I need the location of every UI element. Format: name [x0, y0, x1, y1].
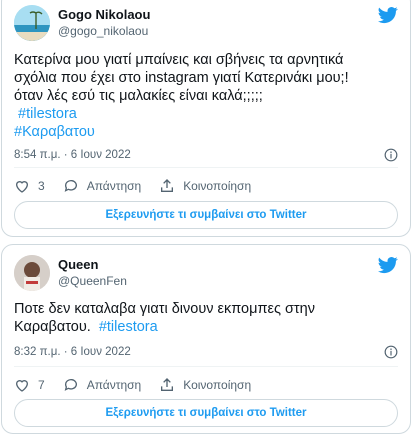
like-count: 3: [38, 179, 45, 193]
share-button[interactable]: Κοινοποίηση: [159, 377, 251, 393]
twitter-bird-icon[interactable]: [378, 5, 398, 25]
reply-label: Απάντηση: [86, 179, 142, 193]
reply-bubble-icon: [64, 180, 77, 192]
avatar[interactable]: [14, 5, 50, 41]
hashtag-link[interactable]: #Καραβατου: [14, 124, 95, 140]
share-label: Κοινοποίηση: [183, 378, 252, 392]
tweet-text-line: σχόλια που έχει στο instagram γιατί Κατε…: [14, 70, 349, 86]
beach-avatar-image: [14, 5, 50, 41]
tweet-text-line: Ποτε δεν καταλαβα γιατι δινουν εκπομπες …: [14, 301, 315, 317]
tweet-timestamp[interactable]: 8:54 π.μ. · 6 Ιουν 2022: [14, 149, 131, 161]
author-handle[interactable]: @gogo_nikolaou: [58, 24, 148, 38]
tweet-card: Queen @QueenFen Ποτε δεν καταλαβα γιατι …: [1, 244, 411, 434]
tweet-actions: 7 Απάντηση Κοινοποίηση: [14, 376, 398, 394]
portrait-avatar-image: [14, 255, 50, 291]
heart-icon: [15, 181, 29, 193]
tweet-text-line: Κατερίνα μου γιατί μπαίνεις και σβήνεις …: [14, 52, 344, 68]
tweet-actions: 3 Απάντηση Κοινοποίηση: [14, 177, 398, 195]
share-icon: [161, 179, 174, 192]
reply-label: Απάντηση: [86, 378, 142, 392]
divider: [14, 366, 398, 367]
info-icon[interactable]: [384, 345, 398, 359]
tweet-card: Gogo Nikolaou @gogo_nikolaou Κατερίνα μο…: [1, 0, 411, 237]
like-button[interactable]: 7: [14, 377, 45, 393]
hashtag-link[interactable]: #tilestora: [18, 106, 77, 122]
info-icon[interactable]: [384, 148, 398, 162]
explore-twitter-button[interactable]: Εξερευνήστε τι συμβαίνει στο Twitter: [14, 201, 398, 229]
tweet-timestamp[interactable]: 8:32 π.μ. · 6 Ιουν 2022: [14, 346, 131, 358]
tweet-text: Ποτε δεν καταλαβα γιατι δινουν εκπομπες …: [14, 300, 396, 336]
avatar[interactable]: [14, 255, 50, 291]
like-button[interactable]: 3: [14, 178, 45, 194]
tweet-text-line: Καραβατου.: [14, 319, 91, 335]
like-count: 7: [38, 378, 45, 392]
tweet-text: Κατερίνα μου γιατί μπαίνεις και σβήνεις …: [14, 51, 396, 141]
reply-button[interactable]: Απάντηση: [63, 377, 142, 393]
share-icon: [161, 378, 174, 391]
hashtag-link[interactable]: #tilestora: [99, 319, 158, 335]
author-handle[interactable]: @QueenFen: [58, 274, 127, 288]
share-button[interactable]: Κοινοποίηση: [159, 178, 251, 194]
twitter-bird-icon[interactable]: [378, 255, 398, 275]
reply-bubble-icon: [64, 379, 77, 391]
tweet-text-line: όταν λές εσύ τις μαλακίες είναι καλά;;;;…: [14, 88, 263, 104]
author-name[interactable]: Gogo Nikolaou: [58, 7, 150, 22]
divider: [14, 167, 398, 168]
reply-button[interactable]: Απάντηση: [63, 178, 142, 194]
author-name[interactable]: Queen: [58, 257, 98, 272]
share-label: Κοινοποίηση: [183, 179, 252, 193]
heart-icon: [15, 380, 29, 392]
